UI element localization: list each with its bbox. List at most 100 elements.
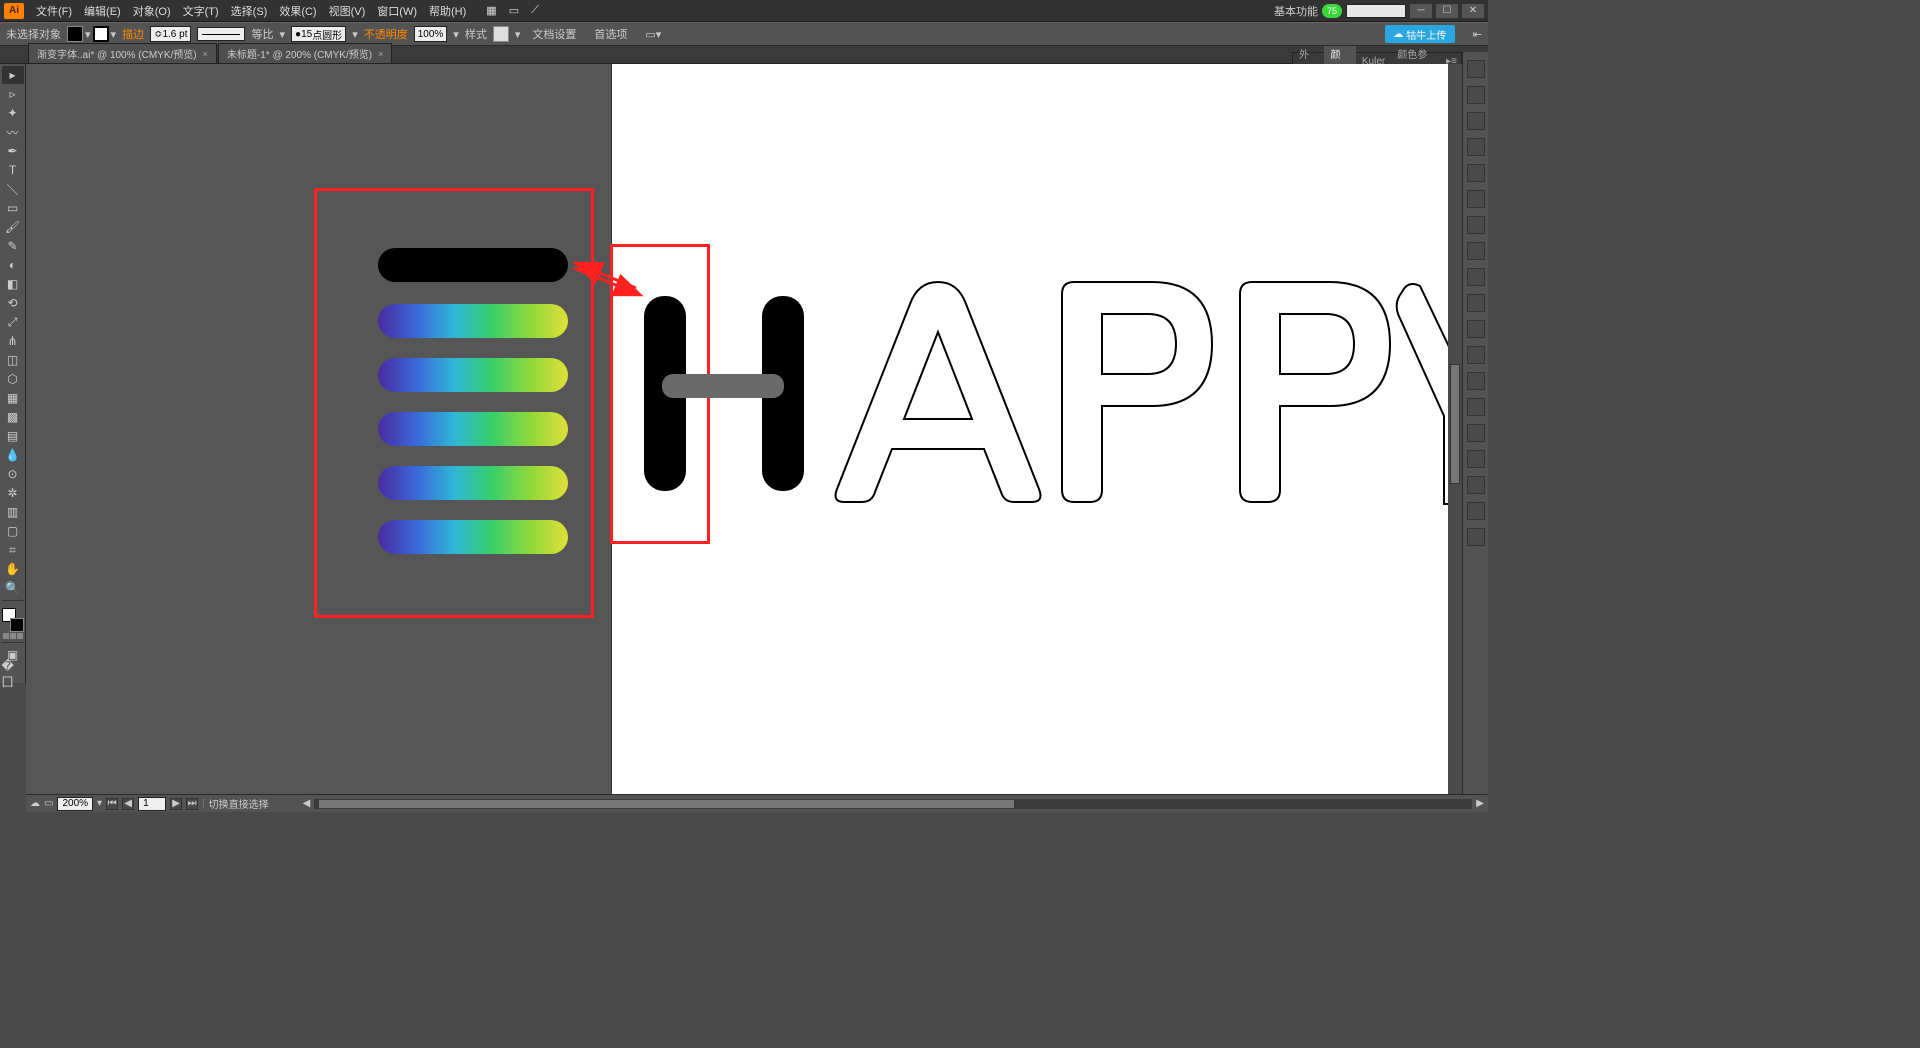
transform-panel-icon[interactable] (1467, 346, 1485, 364)
zoom-tool-icon[interactable]: 🔍 (2, 579, 24, 597)
opacity-label[interactable]: 不透明度 (364, 26, 408, 42)
menu-edit[interactable]: 编辑(E) (78, 3, 127, 19)
gradient-tool-icon[interactable]: ▤ (2, 427, 24, 445)
graphic-style-swatch[interactable] (493, 26, 509, 42)
rectangle-tool-icon[interactable]: ▭ (2, 199, 24, 217)
opacity-input[interactable]: 100% (414, 26, 448, 42)
blend-tool-icon[interactable]: ⊙ (2, 465, 24, 483)
outline-letters (612, 64, 1462, 564)
menu-object[interactable]: 对象(O) (127, 3, 177, 19)
selection-tool-icon[interactable]: ▸ (2, 66, 24, 84)
eyedropper-tool-icon[interactable]: 💧 (2, 446, 24, 464)
artboard-number-input[interactable]: 1 (138, 797, 166, 811)
swatches-panel-icon[interactable] (1467, 86, 1485, 104)
hscroll-left-icon[interactable]: ◀ (303, 798, 311, 809)
horizontal-scrollbar[interactable] (314, 799, 1472, 809)
paintbrush-tool-icon[interactable]: 🖌 (2, 218, 24, 236)
fill-swatch[interactable] (67, 26, 83, 42)
cloud-upload-button[interactable]: ☁ 牯牛上传 (1385, 25, 1455, 43)
document-setup-button[interactable]: 文档设置 (526, 25, 582, 43)
line-tool-icon[interactable]: ＼ (2, 180, 24, 198)
hand-tool-icon[interactable]: ✋ (2, 560, 24, 578)
search-input[interactable] (1346, 4, 1406, 18)
prev-artboard-icon[interactable]: ◀ (122, 798, 134, 810)
view-icon[interactable]: ▭ (44, 798, 53, 809)
character-panel-icon[interactable] (1467, 398, 1485, 416)
pen-tool-icon[interactable]: ✒ (2, 142, 24, 160)
scale-tool-icon[interactable]: ⤢ (2, 313, 24, 331)
stroke-swatch[interactable] (93, 26, 109, 42)
artboards-panel-icon[interactable] (1467, 476, 1485, 494)
color-mode-icons[interactable] (3, 633, 23, 639)
menu-file[interactable]: 文件(F) (30, 3, 78, 19)
free-transform-tool-icon[interactable]: ◫ (2, 351, 24, 369)
align-panel-icon[interactable] (1467, 320, 1485, 338)
opentype-panel-icon[interactable] (1467, 450, 1485, 468)
eraser-tool-icon[interactable]: ◧ (2, 275, 24, 293)
width-tool-icon[interactable]: ⋔ (2, 332, 24, 350)
graphic-styles-panel-icon[interactable] (1467, 268, 1485, 286)
window-maximize-icon[interactable]: ☐ (1436, 4, 1458, 18)
links-panel-icon[interactable] (1467, 502, 1485, 520)
color-panel-icon[interactable] (1467, 60, 1485, 78)
stroke-profile[interactable] (197, 27, 245, 41)
stroke-weight-input[interactable]: ≎ 1.6 pt (150, 26, 191, 42)
sync-icon[interactable]: ☁ (30, 798, 40, 809)
close-icon[interactable]: × (203, 49, 208, 59)
hscroll-right-icon[interactable]: ▶ (1476, 798, 1484, 809)
stroke-label[interactable]: 描边 (122, 26, 144, 42)
type-tool-icon[interactable]: T (2, 161, 24, 179)
last-artboard-icon[interactable]: ⏭ (186, 798, 198, 810)
workspace-switcher[interactable]: 基本功能 (1274, 3, 1318, 19)
appearance-panel-icon[interactable] (1467, 242, 1485, 260)
arrange-icon[interactable]: ▭ (503, 4, 525, 17)
panel-collapse-icon[interactable]: ⇤ (1473, 28, 1482, 41)
menu-select[interactable]: 选择(S) (225, 3, 274, 19)
symbol-sprayer-tool-icon[interactable]: ✲ (2, 484, 24, 502)
change-screen-icon[interactable]: �囗 (2, 665, 24, 683)
slice-tool-icon[interactable]: ⌗ (2, 541, 24, 559)
canvas[interactable] (26, 64, 1462, 794)
menu-type[interactable]: 文字(T) (177, 3, 225, 19)
rotate-tool-icon[interactable]: ⟲ (2, 294, 24, 312)
symbols-panel-icon[interactable] (1467, 138, 1485, 156)
direct-selection-tool-icon[interactable]: ▹ (2, 85, 24, 103)
menu-effect[interactable]: 效果(C) (273, 3, 322, 19)
align-icon[interactable]: ▭▾ (639, 25, 667, 43)
stroke-panel-icon[interactable] (1467, 164, 1485, 182)
layers-panel-icon[interactable] (1467, 294, 1485, 312)
graph-tool-icon[interactable]: ▥ (2, 503, 24, 521)
blob-brush-tool-icon[interactable]: ◐ (2, 256, 24, 274)
window-minimize-icon[interactable]: ─ (1410, 4, 1432, 18)
zoom-input[interactable]: 200% (57, 797, 93, 811)
menu-help[interactable]: 帮助(H) (423, 3, 472, 19)
mesh-tool-icon[interactable]: ▩ (2, 408, 24, 426)
brushes-panel-icon[interactable] (1467, 112, 1485, 130)
layout-icon[interactable]: ▦ (480, 4, 502, 17)
pathfinder-panel-icon[interactable] (1467, 372, 1485, 390)
perspective-tool-icon[interactable]: ▦ (2, 389, 24, 407)
menu-window[interactable]: 窗口(W) (371, 3, 423, 19)
close-icon[interactable]: × (378, 49, 383, 59)
selection-status: 未选择对象 (6, 26, 61, 42)
magic-wand-tool-icon[interactable]: ✦ (2, 104, 24, 122)
first-artboard-icon[interactable]: ⏮ (106, 798, 118, 810)
paragraph-panel-icon[interactable] (1467, 424, 1485, 442)
preferences-button[interactable]: 首选项 (588, 25, 633, 43)
next-artboard-icon[interactable]: ▶ (170, 798, 182, 810)
actions-panel-icon[interactable] (1467, 528, 1485, 546)
doc-tab-1[interactable]: 渐变字体..ai* @ 100% (CMYK/预览)× (28, 43, 217, 63)
lasso-tool-icon[interactable]: 〰 (2, 123, 24, 141)
doc-tab-2[interactable]: 未标题-1* @ 200% (CMYK/预览)× (218, 43, 392, 63)
bridge-icon[interactable]: ⟋ (525, 4, 545, 17)
vertical-scrollbar[interactable] (1448, 64, 1462, 794)
window-close-icon[interactable]: ✕ (1462, 4, 1484, 18)
shape-builder-tool-icon[interactable]: ⬡ (2, 370, 24, 388)
menu-view[interactable]: 视图(V) (323, 3, 372, 19)
transparency-panel-icon[interactable] (1467, 216, 1485, 234)
pencil-tool-icon[interactable]: ✎ (2, 237, 24, 255)
brush-input[interactable]: ● 15 点圆形 (291, 26, 346, 42)
gradient-panel-icon[interactable] (1467, 190, 1485, 208)
fill-stroke-control[interactable] (2, 608, 24, 632)
artboard-tool-icon[interactable]: ▢ (2, 522, 24, 540)
